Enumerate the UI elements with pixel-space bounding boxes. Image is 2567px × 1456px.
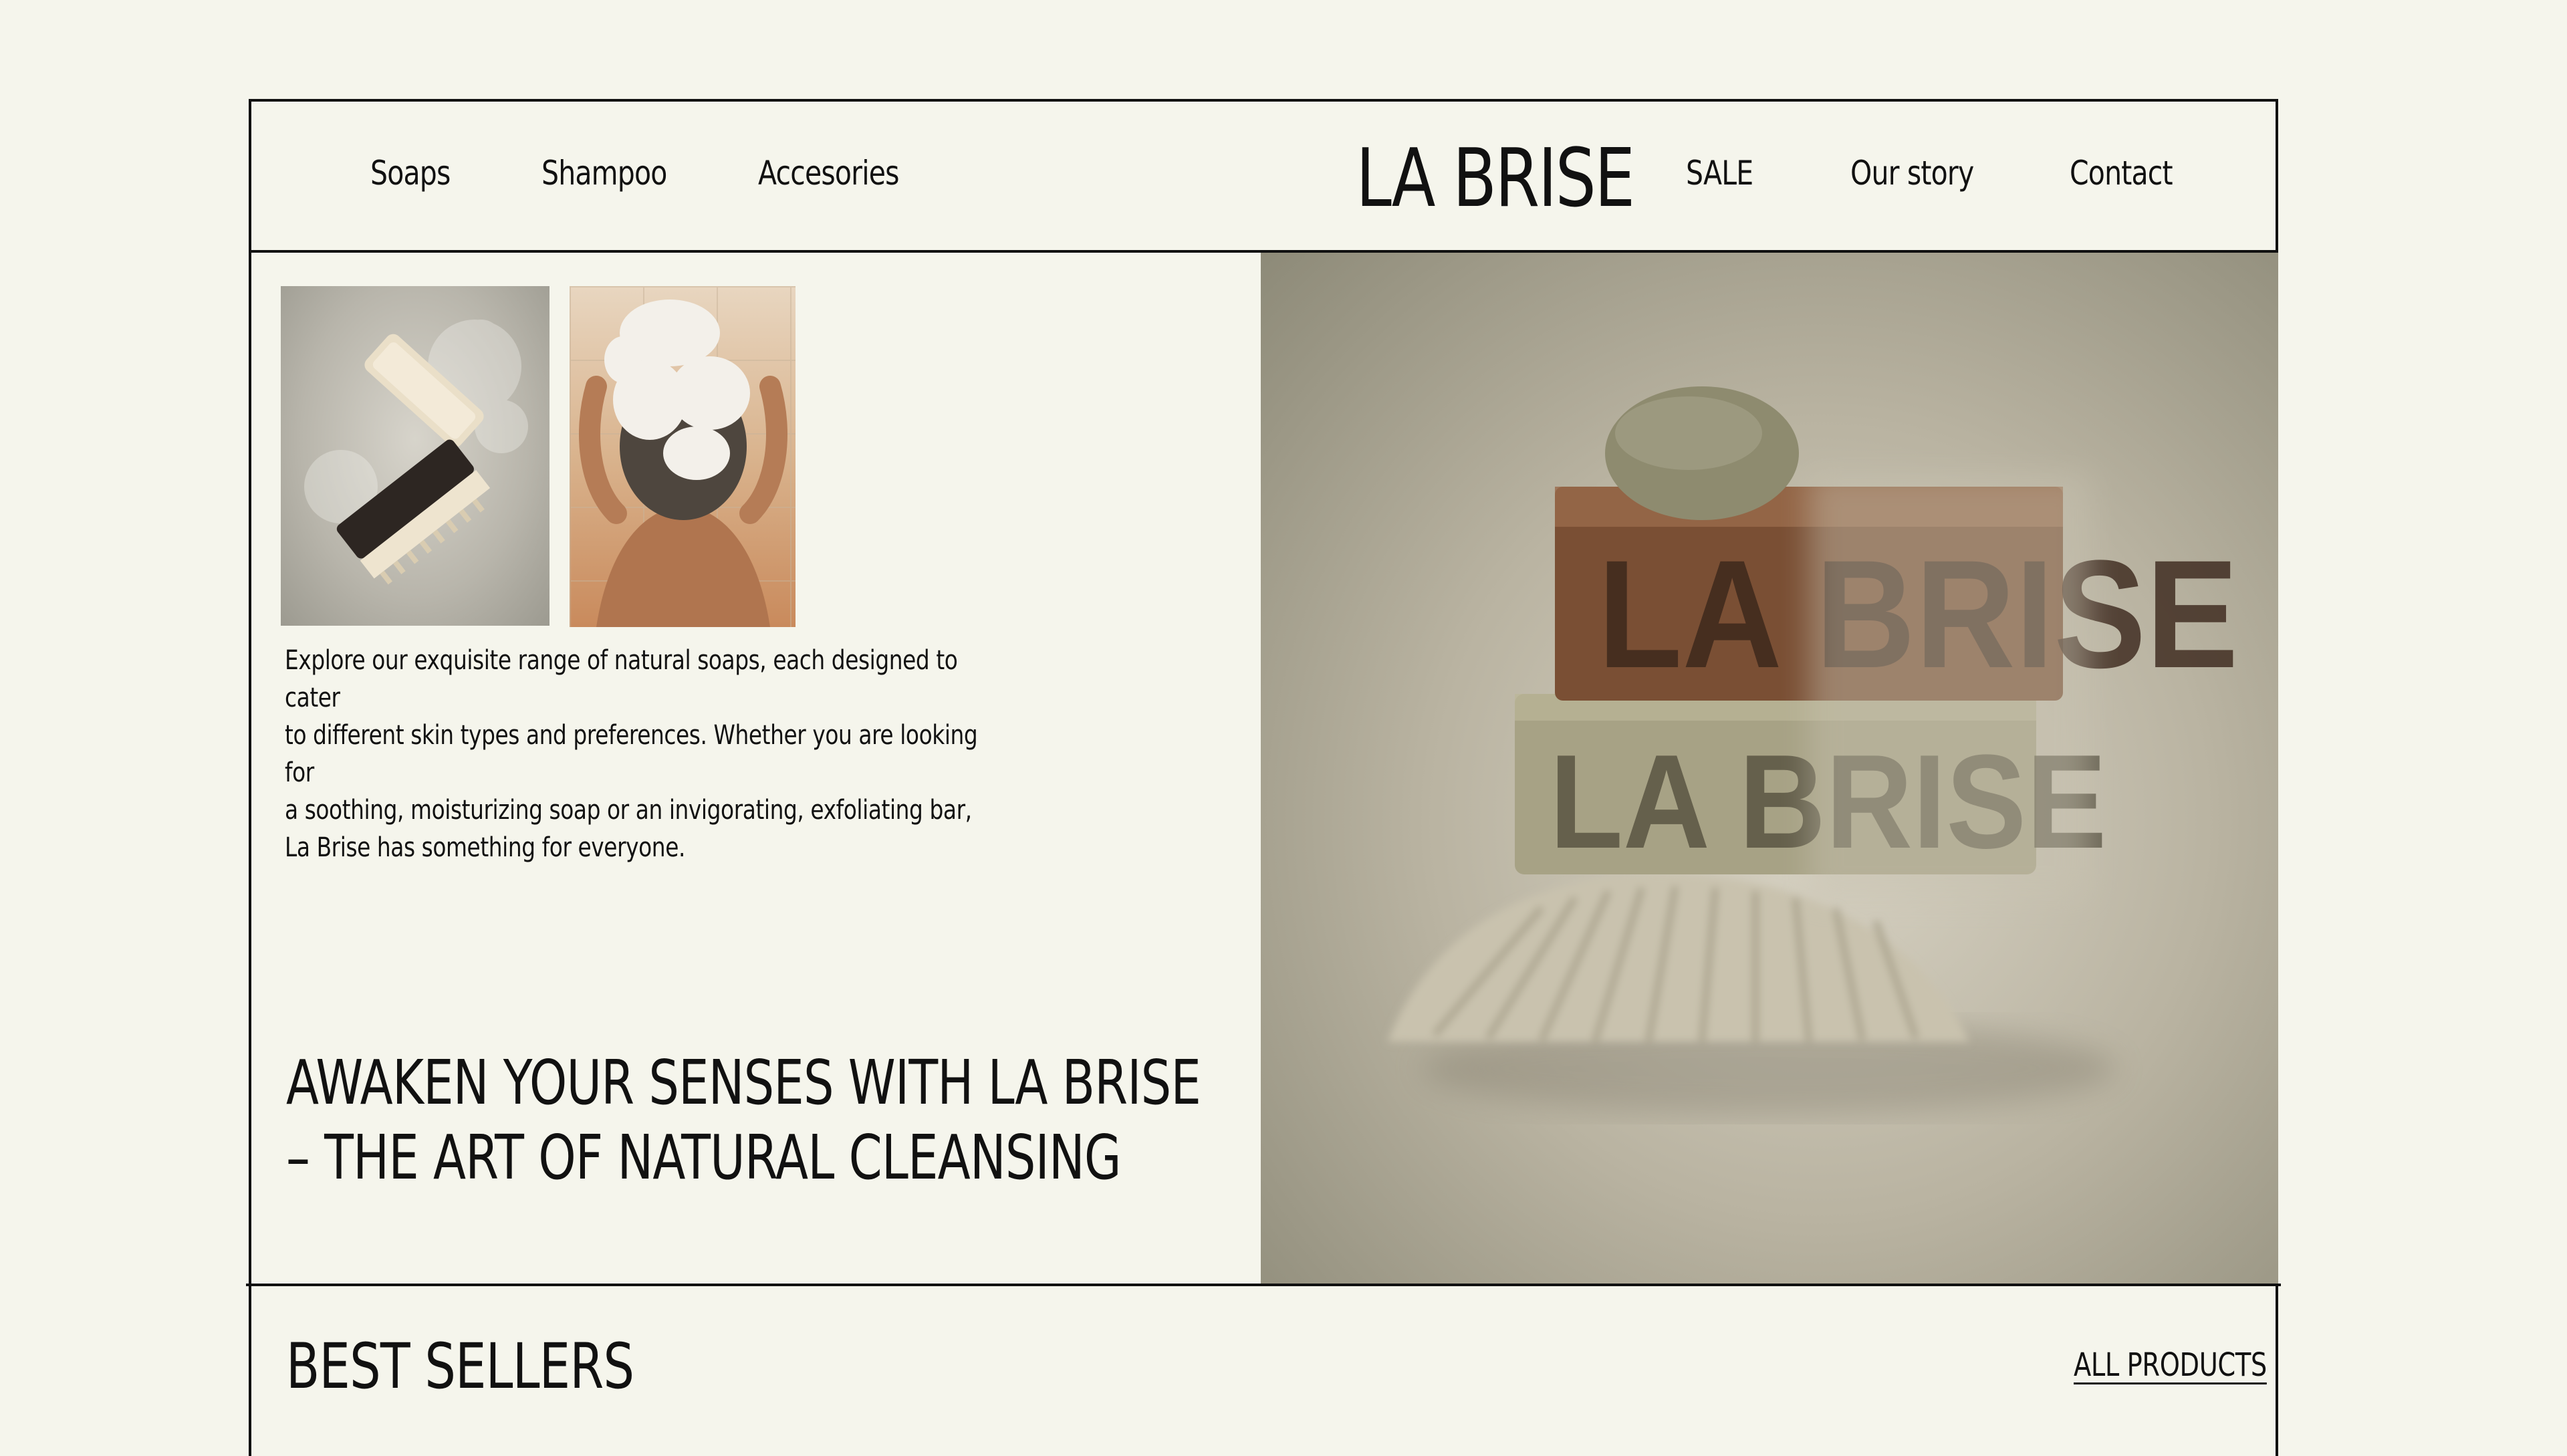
section-divider	[246, 1284, 2281, 1286]
nav-link-accesories[interactable]: Accesories	[758, 154, 900, 193]
brand-logo[interactable]: LA BRISE	[1227, 132, 1762, 225]
nav-link-our-story[interactable]: Our story	[1850, 154, 1974, 193]
page-frame: Soaps Shampoo Accesories LA BRISE SALE O…	[246, 99, 2281, 1456]
intro-paragraph: Explore our exquisite range of natural s…	[285, 642, 997, 866]
hero-product-photo: LA BRISE LA BRISE	[1261, 253, 2278, 1284]
intro-line: La Brise has something for everyone.	[285, 832, 685, 863]
nav-link-shampoo[interactable]: Shampoo	[541, 154, 667, 193]
headline-line: – THE ART OF NATURAL CLEANSING	[286, 1122, 1122, 1193]
soap-brush-illustration	[304, 320, 528, 585]
hair-foam-illustration	[579, 299, 787, 627]
all-products-link[interactable]: ALL PRODUCTS	[2074, 1346, 2267, 1384]
hair-wash-photo	[570, 286, 796, 627]
nav-link-soaps[interactable]: Soaps	[370, 154, 451, 193]
intro-line: Explore our exquisite range of natural s…	[285, 645, 958, 713]
hero-left-panel: Explore our exquisite range of natural s…	[251, 253, 1261, 1284]
stone	[1605, 386, 1799, 520]
soap-stack-illustration: LA BRISE LA BRISE	[1388, 386, 2238, 1115]
hero-headline: AWAKEN YOUR SENSES WITH LA BRISE – THE A…	[286, 1046, 1277, 1195]
soap-and-brush-photo	[281, 286, 549, 626]
intro-line: to different skin types and preferences.…	[285, 720, 978, 788]
best-sellers-title: BEST SELLERS	[286, 1330, 634, 1403]
nav-link-contact[interactable]: Contact	[2070, 154, 2173, 193]
nav-link-sale[interactable]: SALE	[1686, 154, 1753, 193]
intro-line: a soothing, moisturizing soap or an invi…	[285, 795, 972, 826]
headline-line: AWAKEN YOUR SENSES WITH LA BRISE	[286, 1047, 1201, 1118]
top-navigation: Soaps Shampoo Accesories LA BRISE SALE O…	[251, 102, 2278, 253]
